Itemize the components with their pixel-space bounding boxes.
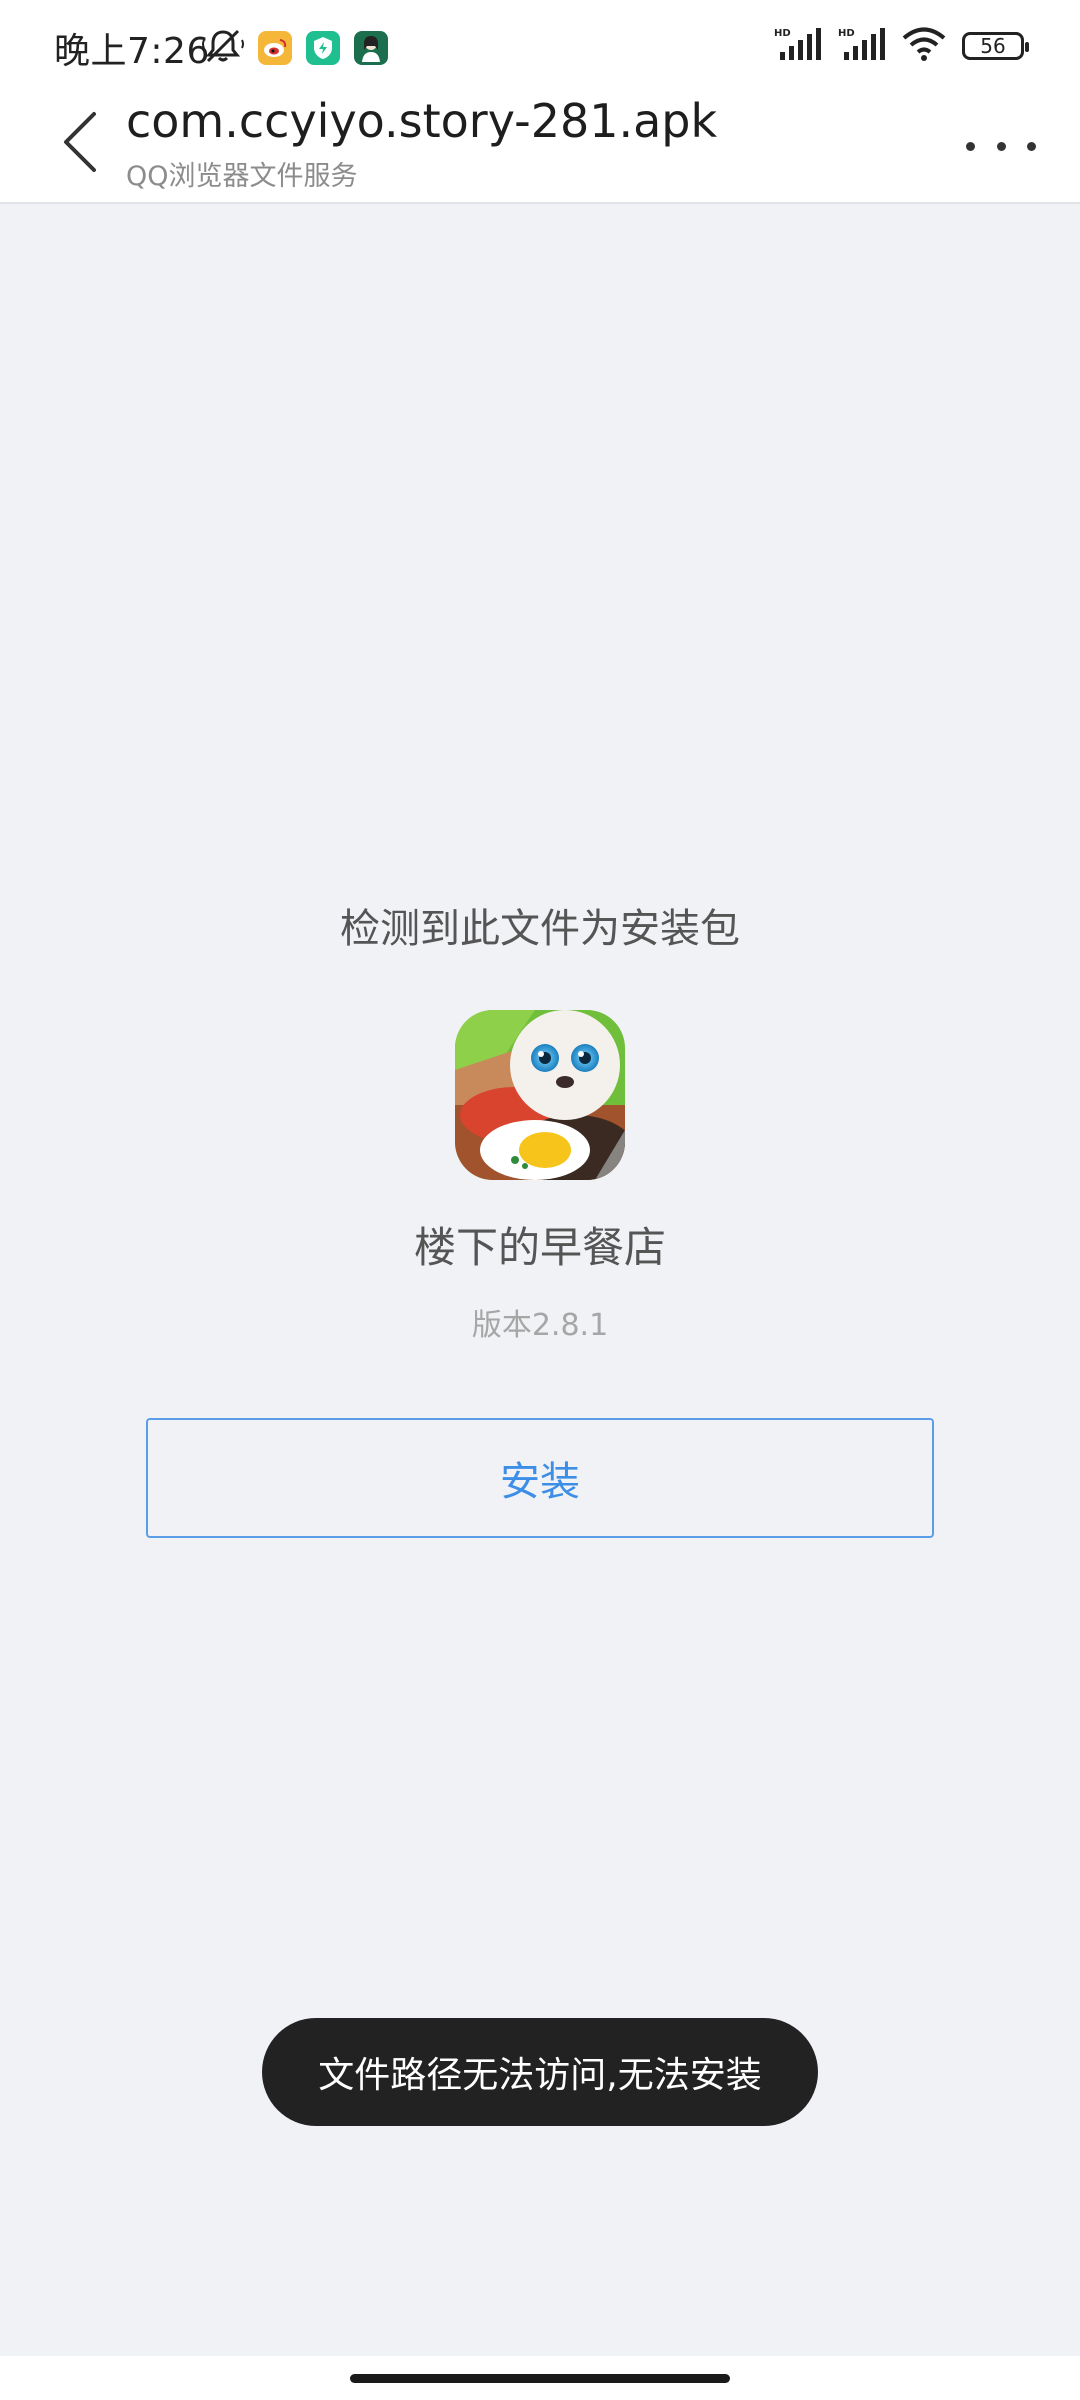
more-button[interactable] xyxy=(966,124,1036,168)
detect-message: 检测到此文件为安装包 xyxy=(340,906,740,952)
wifi-icon xyxy=(902,27,946,65)
screen: 晚上7:26 HD HD 56 com.ccyiyo.story-281.apk… xyxy=(0,0,1080,2400)
security-shield-icon xyxy=(306,31,340,65)
install-button[interactable]: 安装 xyxy=(146,1418,934,1538)
more-dot xyxy=(996,141,1006,151)
more-dots-icon xyxy=(966,141,975,151)
status-icons-right: HD HD 56 xyxy=(774,26,1029,66)
file-subtitle: QQ浏览器文件服务 xyxy=(126,161,358,192)
status-icons-left xyxy=(202,28,388,68)
app-icon xyxy=(455,1010,625,1180)
svg-text:HD: HD xyxy=(838,28,855,39)
weibo-icon xyxy=(258,31,292,65)
battery-level: 56 xyxy=(980,34,1006,58)
avatar-app-icon xyxy=(354,31,388,65)
back-button[interactable] xyxy=(52,106,108,182)
battery-indicator: 56 xyxy=(962,32,1029,60)
hd-signal-icon: HD xyxy=(774,26,822,66)
muted-bell-icon xyxy=(202,28,244,68)
chevron-left-icon xyxy=(60,110,100,178)
header: com.ccyiyo.story-281.apk QQ浏览器文件服务 xyxy=(0,88,1080,204)
error-toast: 文件路径无法访问,无法安装 xyxy=(262,2018,818,2126)
file-title: com.ccyiyo.story-281.apk xyxy=(126,94,718,148)
status-time: 晚上7:26 xyxy=(54,31,210,72)
status-bar: 晚上7:26 HD HD 56 xyxy=(0,0,1080,88)
more-dot xyxy=(1027,141,1036,151)
home-indicator[interactable] xyxy=(350,2374,730,2383)
toast-message: 文件路径无法访问,无法安装 xyxy=(318,2055,762,2096)
app-version: 版本2.8.1 xyxy=(471,1308,609,1343)
app-name: 楼下的早餐店 xyxy=(413,1223,666,1272)
hd-signal-icon: HD xyxy=(838,26,886,66)
svg-text:HD: HD xyxy=(774,28,791,39)
